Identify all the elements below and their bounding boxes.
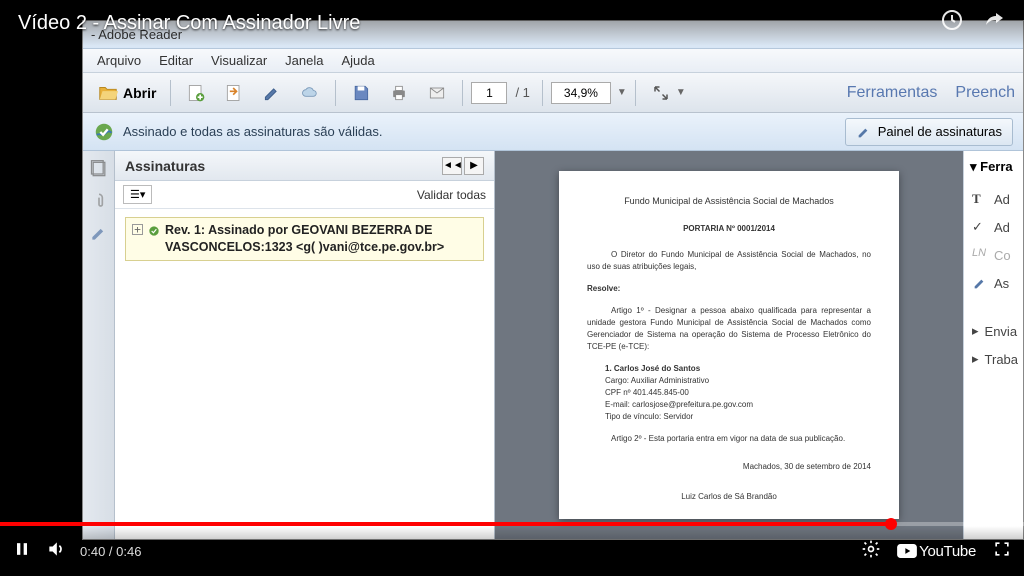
- menubar: Arquivo Editar Visualizar Janela Ajuda: [83, 49, 1023, 73]
- envelope-icon: [426, 82, 448, 104]
- save-icon: [350, 82, 372, 104]
- signature-entry-text: Rev. 1: Assinado por GEOVANI BEZERRA DE …: [165, 222, 477, 256]
- doc-art2: Artigo 2º - Esta portaria entra em vigor…: [587, 433, 871, 445]
- share-icon[interactable]: [982, 8, 1006, 38]
- sig-nav-next[interactable]: ▶: [464, 157, 484, 175]
- menu-janela[interactable]: Janela: [277, 50, 331, 71]
- pause-button[interactable]: [12, 539, 32, 564]
- expand-icon[interactable]: +: [132, 224, 143, 235]
- rp-sign[interactable]: As: [970, 269, 1017, 297]
- doc-art1: Artigo 1º - Designar a pessoa abaixo qua…: [587, 305, 871, 353]
- thumbnails-icon[interactable]: [89, 159, 109, 179]
- signature-valid-icon: [93, 121, 115, 143]
- export-button[interactable]: [217, 78, 251, 108]
- toolbar: Abrir / 1 ▼ ▼ Ferramentas Preench: [83, 73, 1023, 113]
- sig-options-dropdown[interactable]: ☰▾: [123, 185, 152, 204]
- page-total: / 1: [515, 85, 529, 100]
- initials-icon: LN: [972, 247, 988, 263]
- create-pdf-button[interactable]: [179, 78, 213, 108]
- progress-bar[interactable]: [0, 522, 1024, 526]
- watch-later-icon[interactable]: [940, 8, 964, 38]
- read-mode-button[interactable]: ▼: [644, 78, 692, 108]
- email-button[interactable]: [420, 78, 454, 108]
- signature-panel-button[interactable]: Painel de assinaturas: [845, 118, 1013, 146]
- sig-nav-prev[interactable]: ◄◄: [442, 157, 462, 175]
- open-label: Abrir: [123, 85, 156, 101]
- right-panel-title[interactable]: ▾ Ferra: [970, 159, 1017, 175]
- sign-icon: [972, 275, 988, 291]
- signature-entry[interactable]: + Rev. 1: Assinado por GEOVANI BEZERRA D…: [125, 217, 484, 261]
- pdf-page: Fundo Municipal de Assistência Social de…: [559, 171, 899, 519]
- progress-handle[interactable]: [885, 518, 897, 530]
- validate-all-link[interactable]: Validar todas: [417, 188, 486, 202]
- check-icon: ✓: [972, 219, 988, 235]
- doc-signer: Luiz Carlos de Sá Brandão: [587, 491, 871, 503]
- adobe-reader-window: - Adobe Reader Arquivo Editar Visualizar…: [82, 20, 1024, 540]
- fullscreen-button[interactable]: [992, 539, 1012, 564]
- doc-intro: O Diretor do Fundo Municipal de Assistên…: [587, 249, 871, 273]
- attachments-icon[interactable]: [89, 191, 109, 211]
- signatures-panel: Assinaturas ◄◄ ▶ ☰▾ Validar todas + Rev.…: [115, 151, 495, 539]
- zoom-dropdown-icon[interactable]: ▼: [617, 87, 627, 98]
- signature-panel-label: Painel de assinaturas: [878, 124, 1002, 139]
- progress-fill: [0, 522, 891, 526]
- cloud-button[interactable]: [293, 78, 327, 108]
- rp-add-check[interactable]: ✓Ad: [970, 213, 1017, 241]
- doc-portaria: PORTARIA Nº 0001/2014: [587, 223, 871, 235]
- video-title-text: Vídeo 2 - Assinar Com Assinador Livre: [18, 12, 360, 35]
- left-rail: [83, 151, 115, 539]
- menu-visualizar[interactable]: Visualizar: [203, 50, 275, 71]
- page-number-input[interactable]: [471, 82, 507, 104]
- signature-banner-message: Assinado e todas as assinaturas são váli…: [123, 124, 382, 139]
- video-controls: 0:40 / 0:46 YouTube: [0, 522, 1024, 576]
- signature-banner: Assinado e todas as assinaturas são váli…: [83, 113, 1023, 151]
- pencil-icon: [261, 82, 283, 104]
- volume-button[interactable]: [46, 539, 66, 564]
- doc-local-data: Machados, 30 de setembro de 2014: [587, 461, 871, 473]
- save-button[interactable]: [344, 78, 378, 108]
- menu-editar[interactable]: Editar: [151, 50, 201, 71]
- doc-person: 1. Carlos José do Santos Cargo: Auxiliar…: [605, 363, 871, 423]
- tools-link[interactable]: Ferramentas: [847, 84, 938, 102]
- rp-send[interactable]: ▸ Envia: [970, 317, 1017, 345]
- signature-pen-icon: [856, 124, 872, 140]
- youtube-logo[interactable]: YouTube: [897, 543, 976, 560]
- open-button[interactable]: Abrir: [91, 78, 162, 108]
- print-button[interactable]: [382, 78, 416, 108]
- main-area: Assinaturas ◄◄ ▶ ☰▾ Validar todas + Rev.…: [83, 151, 1023, 539]
- doc-header: Fundo Municipal de Assistência Social de…: [587, 195, 871, 209]
- text-icon: T: [972, 191, 988, 207]
- signatures-rail-icon[interactable]: [89, 223, 109, 243]
- export-icon: [223, 82, 245, 104]
- rp-initials[interactable]: LNCo: [970, 241, 1017, 269]
- time-display: 0:40 / 0:46: [80, 544, 141, 559]
- signatures-panel-tools: ☰▾ Validar todas: [115, 181, 494, 209]
- signatures-panel-header: Assinaturas ◄◄ ▶: [115, 151, 494, 181]
- print-icon: [388, 82, 410, 104]
- rosette-icon: [147, 224, 161, 238]
- fill-sign-link[interactable]: Preench: [955, 84, 1015, 102]
- sign-button[interactable]: [255, 78, 289, 108]
- settings-button[interactable]: [861, 539, 881, 564]
- menu-ajuda[interactable]: Ajuda: [333, 50, 382, 71]
- zoom-input[interactable]: [551, 82, 611, 104]
- rp-work[interactable]: ▸ Traba: [970, 345, 1017, 373]
- cloud-icon: [299, 82, 321, 104]
- video-title-bar: Vídeo 2 - Assinar Com Assinador Livre: [0, 0, 1024, 46]
- create-pdf-icon: [185, 82, 207, 104]
- right-tools-panel: ▾ Ferra TAd ✓Ad LNCo As ▸ Envia ▸ Traba: [963, 151, 1023, 539]
- folder-open-icon: [97, 82, 119, 104]
- signatures-panel-title: Assinaturas: [125, 158, 205, 174]
- expand-icon: [650, 82, 672, 104]
- signatures-tree: + Rev. 1: Assinado por GEOVANI BEZERRA D…: [115, 209, 494, 269]
- document-view[interactable]: Fundo Municipal de Assistência Social de…: [495, 151, 963, 539]
- rp-add-text[interactable]: TAd: [970, 185, 1017, 213]
- menu-arquivo[interactable]: Arquivo: [89, 50, 149, 71]
- doc-resolve: Resolve:: [587, 283, 871, 295]
